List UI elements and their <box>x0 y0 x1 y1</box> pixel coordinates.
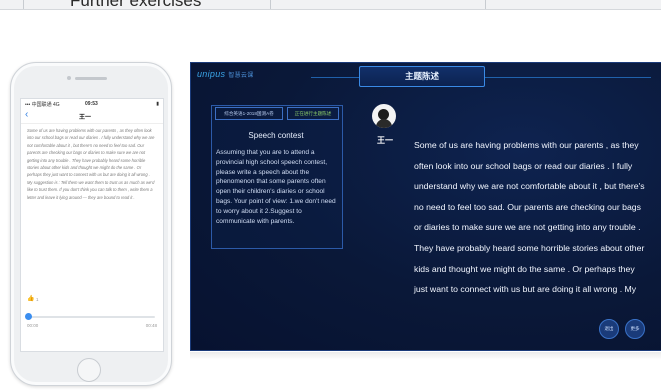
audio-progress-track[interactable] <box>27 316 155 318</box>
thumbs-up-icon[interactable]: 👍 <box>27 295 34 302</box>
task-prompt: Assuming that you are to attend a provin… <box>216 149 336 225</box>
task-title: Speech contest <box>248 131 304 140</box>
presentation-panel: unipus 智慧云课 主题陈述 综合英语1-2018国测A卷 正在进行主题陈述 … <box>190 62 661 351</box>
exam-chip[interactable]: 综合英语1-2018国测A卷 <box>215 107 283 120</box>
section-title: Further exercises <box>70 0 202 10</box>
strip-divider <box>485 0 486 9</box>
chat-contact-name: 王一 <box>79 115 92 121</box>
back-chevron-icon[interactable]: ‹ <box>25 109 28 120</box>
status-chip[interactable]: 正在进行主题陈述 <box>287 107 339 120</box>
battery-icon: ▮ <box>156 101 159 107</box>
speaker-name: 王一 <box>377 136 393 145</box>
speech-text: Some of us are having problems with our … <box>414 140 645 295</box>
audio-time-start: 00:00 <box>27 323 39 328</box>
audio-progress-handle[interactable] <box>25 313 32 320</box>
status-bar: ••• 中国联通 4G 09:53 ▮ <box>21 99 163 108</box>
exit-button[interactable]: 退出 <box>599 319 619 339</box>
home-button[interactable] <box>77 358 101 382</box>
phone-speaker <box>75 77 107 80</box>
brand-logo: unipus 智慧云课 <box>197 69 254 79</box>
phone-mockup: ••• 中国联通 4G 09:53 ▮ ‹ 王一 Some of us are … <box>10 62 172 386</box>
clock: 09:53 <box>85 101 98 107</box>
strip-divider <box>270 0 271 9</box>
message-text: Some of us are having problems with our … <box>27 128 155 200</box>
brand-logo-text: unipus <box>197 69 226 79</box>
strip-divider <box>23 0 24 9</box>
chat-navbar: ‹ 王一 <box>21 109 163 124</box>
more-button[interactable]: 更多 <box>625 319 645 339</box>
tab-topic-presentation[interactable]: 主题陈述 <box>359 66 485 87</box>
brand-logo-subtitle: 智慧云课 <box>228 73 254 79</box>
like-count: 1 <box>36 297 39 302</box>
audio-time-end: 00:48 <box>145 323 157 328</box>
carrier-label: ••• 中国联通 4G <box>25 102 60 108</box>
avatar <box>372 104 396 128</box>
phone-screen: ••• 中国联通 4G 09:53 ▮ ‹ 王一 Some of us are … <box>20 98 164 352</box>
phone-camera <box>67 76 71 80</box>
top-strip: Further exercises <box>0 0 661 10</box>
panel-shadow <box>190 352 661 360</box>
